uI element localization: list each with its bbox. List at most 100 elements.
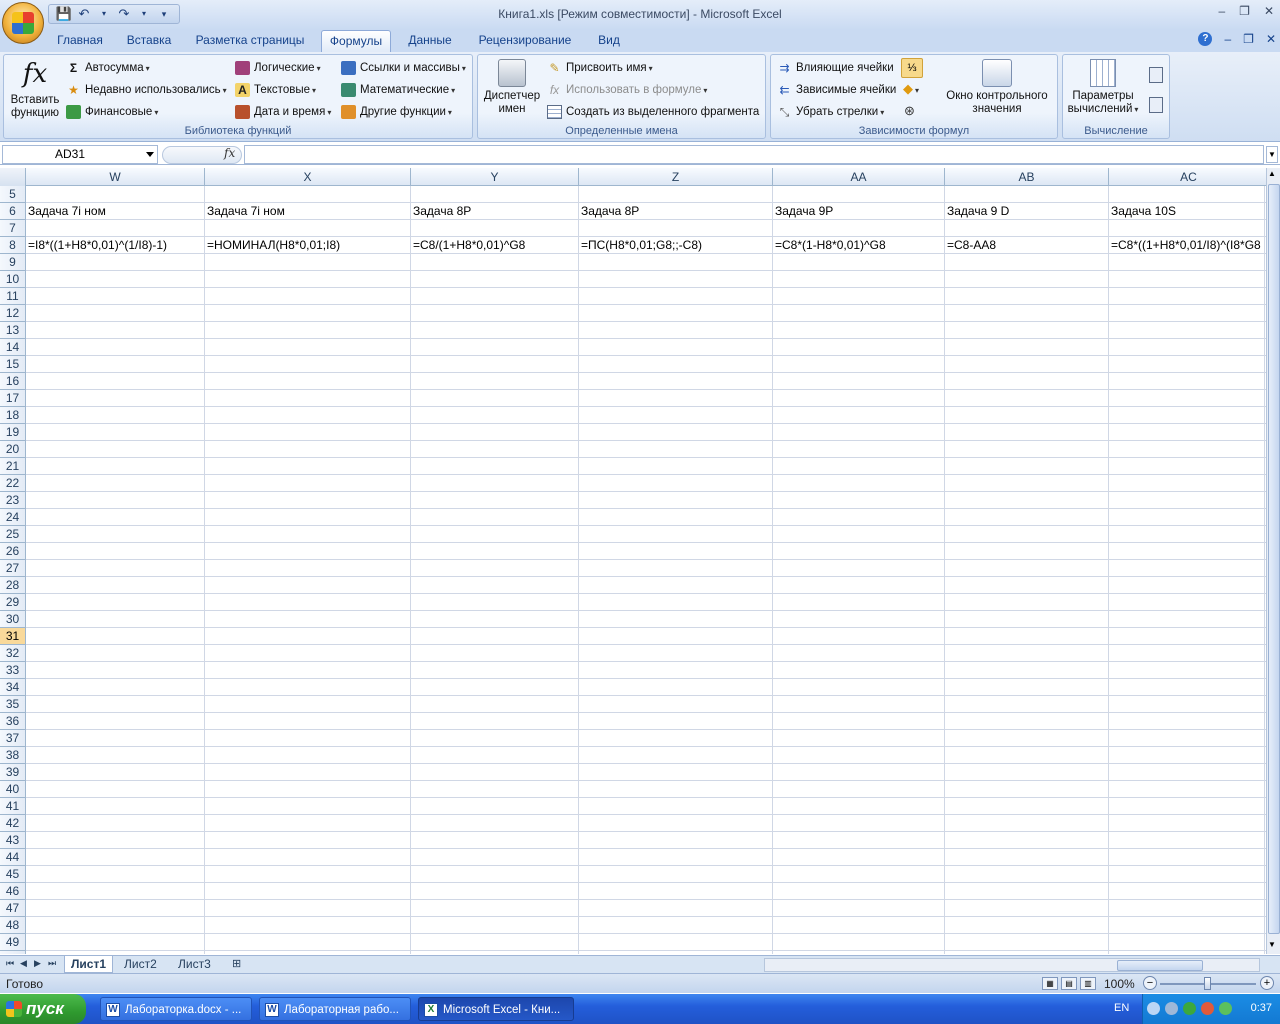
- autosum-button[interactable]: Σ Автосумма ▾: [66, 58, 150, 78]
- row-header[interactable]: 33: [0, 662, 26, 679]
- doc-restore-button[interactable]: ❐: [1243, 32, 1254, 46]
- insert-function-fx-icon[interactable]: fx: [224, 146, 235, 160]
- row-header[interactable]: 47: [0, 900, 26, 917]
- row-header[interactable]: 12: [0, 305, 26, 322]
- cell[interactable]: Задача 10S: [1109, 203, 1266, 220]
- error-checking-icon[interactable]: ◆ ▾: [903, 81, 919, 97]
- zoom-level[interactable]: 100%: [1104, 977, 1135, 991]
- row-header[interactable]: 23: [0, 492, 26, 509]
- cell[interactable]: Задача 9P: [773, 203, 944, 220]
- trace-precedents-button[interactable]: ⇉ Влияющие ячейки: [777, 58, 893, 78]
- formula-input[interactable]: [244, 145, 1264, 164]
- restore-button[interactable]: ❐: [1239, 4, 1250, 18]
- close-button[interactable]: ✕: [1264, 4, 1274, 18]
- tab-home[interactable]: Главная: [50, 30, 110, 52]
- zoom-out-button[interactable]: −: [1143, 976, 1157, 990]
- datetime-functions-button[interactable]: Дата и время ▾: [235, 102, 331, 122]
- insert-sheet-icon[interactable]: ⊞: [226, 956, 247, 973]
- text-functions-button[interactable]: A Текстовые ▾: [235, 80, 316, 100]
- start-button[interactable]: пуск: [0, 994, 86, 1024]
- row-header[interactable]: 36: [0, 713, 26, 730]
- row-header[interactable]: 29: [0, 594, 26, 611]
- insert-function-button[interactable]: fx Вставить функцию: [7, 59, 63, 120]
- cell[interactable]: Задача 8P: [579, 203, 772, 220]
- row-header[interactable]: 38: [0, 747, 26, 764]
- trace-dependents-button[interactable]: ⇇ Зависимые ячейки: [777, 80, 896, 100]
- tab-formulas[interactable]: Формулы: [321, 30, 391, 52]
- column-header[interactable]: AB: [945, 168, 1109, 186]
- row-header[interactable]: 32: [0, 645, 26, 662]
- define-name-button[interactable]: ✎ Присвоить имя ▾: [547, 58, 652, 78]
- cell[interactable]: Задача 9 D: [945, 203, 1108, 220]
- row-header[interactable]: 15: [0, 356, 26, 373]
- sheet-tab-2[interactable]: Лист2: [118, 956, 163, 973]
- cell[interactable]: Задача 7i ном: [205, 203, 410, 220]
- column-header[interactable]: Y: [411, 168, 579, 186]
- row-header[interactable]: 28: [0, 577, 26, 594]
- worksheet-grid[interactable]: W X Y Z AA AB AC 5 6 Задача 7i ном Задача 7i ном З…: [0, 168, 1266, 954]
- name-manager-button[interactable]: Диспетчер имен: [480, 59, 544, 116]
- page-layout-view-button[interactable]: ▤: [1061, 977, 1077, 990]
- vertical-scroll-thumb[interactable]: [1268, 184, 1280, 934]
- column-header[interactable]: AC: [1109, 168, 1266, 186]
- cell[interactable]: =C8*(1-H8*0,01)^G8: [773, 237, 944, 254]
- logical-functions-button[interactable]: Логические ▾: [235, 58, 321, 78]
- horizontal-scroll-thumb[interactable]: [1117, 960, 1203, 971]
- tray-app-icon[interactable]: [1219, 1002, 1232, 1015]
- language-indicator[interactable]: EN: [1114, 1002, 1129, 1014]
- tray-app-icon[interactable]: [1201, 1002, 1214, 1015]
- calculate-sheet-icon[interactable]: [1149, 97, 1163, 113]
- taskbar-item-excel[interactable]: X Microsoft Excel - Кни...: [418, 997, 574, 1021]
- cell[interactable]: =ПС(H8*0,01;G8;;-C8): [579, 237, 772, 254]
- row-header[interactable]: 11: [0, 288, 26, 305]
- row-header[interactable]: 44: [0, 849, 26, 866]
- row-header[interactable]: 22: [0, 475, 26, 492]
- row-header[interactable]: 20: [0, 441, 26, 458]
- taskbar-item-word-1[interactable]: W Лабораторка.docx - ...: [100, 997, 252, 1021]
- antivirus-icon[interactable]: [1183, 1002, 1196, 1015]
- row-header[interactable]: 49: [0, 934, 26, 951]
- column-header[interactable]: W: [26, 168, 205, 186]
- cell[interactable]: =C8/(1+H8*0,01)^G8: [411, 237, 578, 254]
- row-header[interactable]: 34: [0, 679, 26, 696]
- row-header[interactable]: 17: [0, 390, 26, 407]
- sheet-tab-1[interactable]: Лист1: [64, 956, 114, 973]
- recent-functions-button[interactable]: ★ Недавно использовались ▾: [66, 80, 227, 100]
- row-header[interactable]: 24: [0, 509, 26, 526]
- sheet-tab-3[interactable]: Лист3: [172, 956, 217, 973]
- row-header[interactable]: 37: [0, 730, 26, 747]
- row-header[interactable]: 5: [0, 186, 26, 203]
- row-header[interactable]: 25: [0, 526, 26, 543]
- row-header[interactable]: 18: [0, 407, 26, 424]
- row-header[interactable]: 45: [0, 866, 26, 883]
- more-functions-button[interactable]: Другие функции ▾: [341, 102, 452, 122]
- column-header[interactable]: AA: [773, 168, 945, 186]
- calculate-now-icon[interactable]: [1149, 67, 1163, 83]
- row-header[interactable]: 46: [0, 883, 26, 900]
- doc-minimize-button[interactable]: –: [1224, 32, 1231, 46]
- create-from-selection-button[interactable]: Создать из выделенного фрагмента: [547, 102, 759, 122]
- cell[interactable]: =C8*((1+H8*0,01/I8)^(I8*G8: [1109, 237, 1266, 254]
- watch-window-button[interactable]: Окно контрольного значения: [937, 59, 1057, 116]
- office-button[interactable]: [2, 2, 44, 44]
- prev-sheet-icon[interactable]: ◀: [20, 958, 27, 969]
- row-header[interactable]: 43: [0, 832, 26, 849]
- normal-view-button[interactable]: ▦: [1042, 977, 1058, 990]
- column-header[interactable]: Z: [579, 168, 773, 186]
- scroll-down-icon[interactable]: ▼: [1268, 940, 1276, 949]
- row-header[interactable]: 27: [0, 560, 26, 577]
- tab-insert[interactable]: Вставка: [118, 30, 180, 52]
- math-functions-button[interactable]: Математические ▾: [341, 80, 455, 100]
- zoom-slider-knob[interactable]: [1204, 977, 1211, 990]
- use-in-formula-button[interactable]: fx Использовать в формуле ▾: [547, 80, 708, 100]
- network-icon[interactable]: [1165, 1002, 1178, 1015]
- scroll-up-icon[interactable]: ▲: [1268, 169, 1276, 178]
- row-header[interactable]: 6: [0, 203, 26, 220]
- financial-functions-button[interactable]: Финансовые ▾: [66, 102, 158, 122]
- row-header[interactable]: 8: [0, 237, 26, 254]
- row-header[interactable]: 9: [0, 254, 26, 271]
- expand-formula-bar-icon[interactable]: ▼: [1266, 146, 1278, 163]
- row-header[interactable]: 48: [0, 917, 26, 934]
- row-header[interactable]: 35: [0, 696, 26, 713]
- evaluate-formula-icon[interactable]: ⊛: [904, 103, 915, 119]
